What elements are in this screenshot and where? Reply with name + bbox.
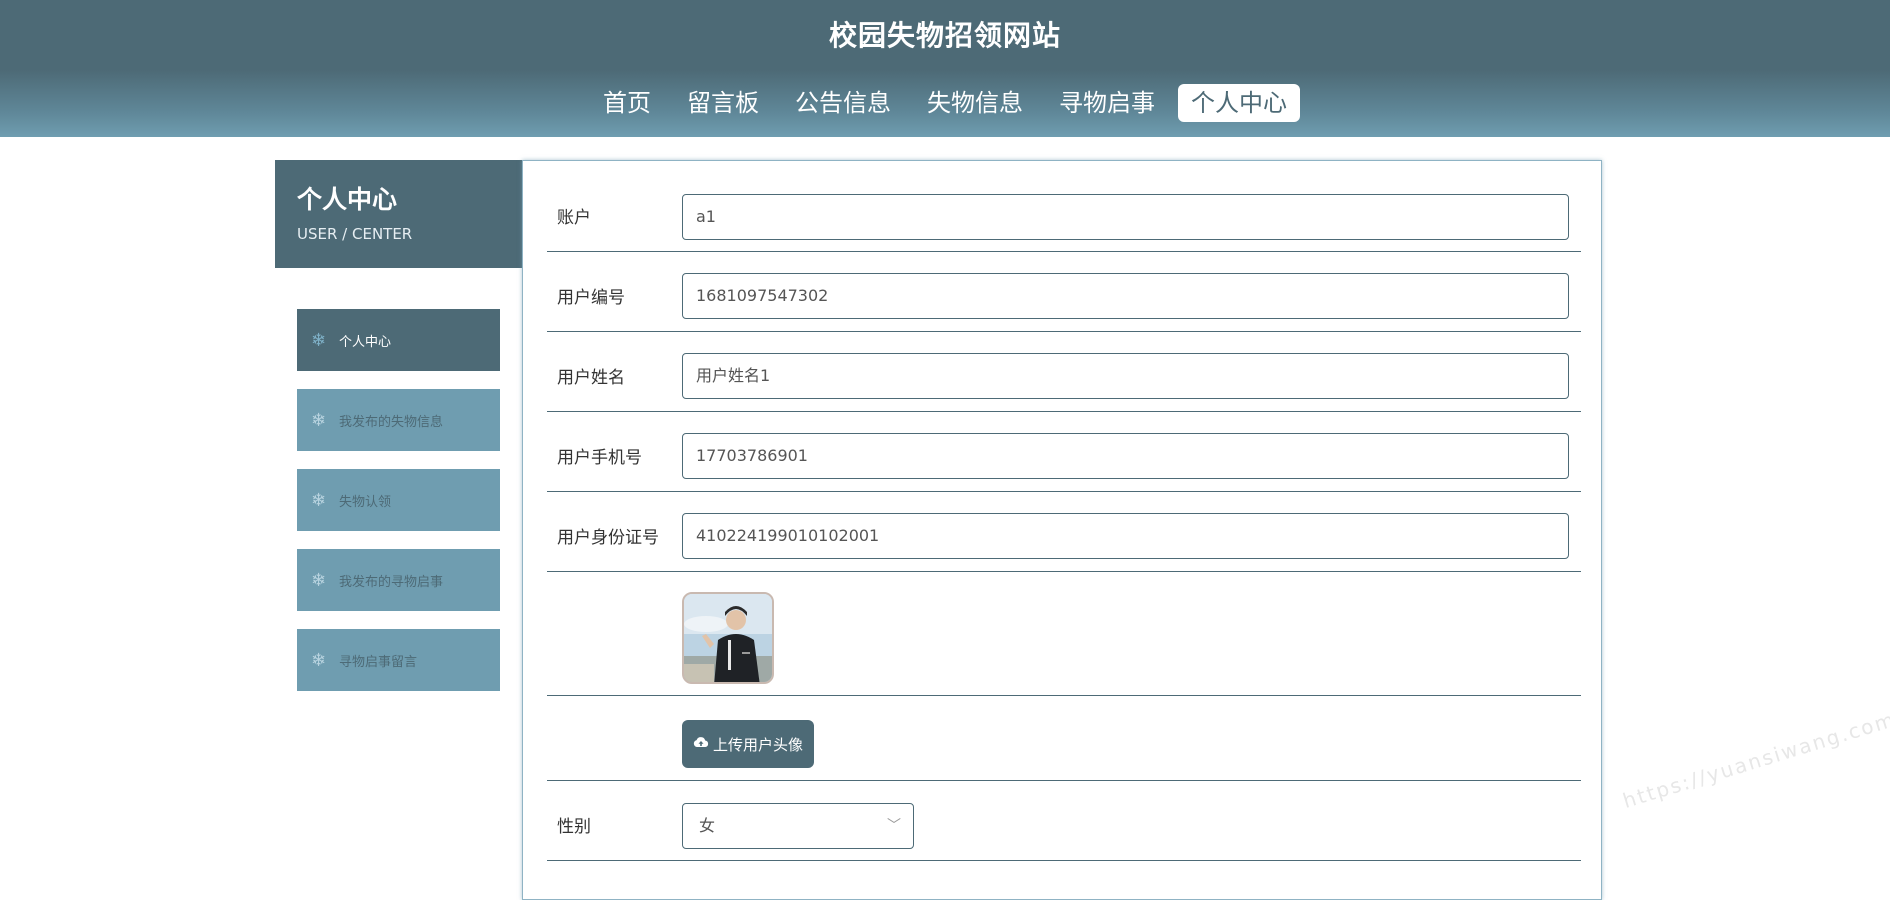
- account-label: 账户: [557, 208, 591, 228]
- user-no-label: 用户编号: [557, 288, 625, 308]
- profile-form-panel: 账户 a1 用户编号 1681097547302 用户姓名 用户姓名1 用户手机…: [522, 160, 1602, 900]
- nav-lost-items[interactable]: 失物信息: [914, 84, 1036, 122]
- user-name-label: 用户姓名: [557, 368, 625, 388]
- user-no-row: 用户编号 1681097547302: [547, 252, 1581, 332]
- id-card-label: 用户身份证号: [557, 528, 659, 548]
- nav-announcements[interactable]: 公告信息: [782, 84, 904, 122]
- chevron-down-icon: ﹀: [887, 818, 901, 834]
- user-name-field[interactable]: 用户姓名1: [682, 353, 1569, 399]
- id-card-field[interactable]: 410224199010102001: [682, 513, 1569, 559]
- cloud-upload-icon: [693, 736, 709, 752]
- sidebar-item-label: 个人中心: [339, 334, 392, 350]
- sidebar-item-user-center[interactable]: ❄ 个人中心: [297, 309, 500, 371]
- sidebar-item-my-lost-notices[interactable]: ❄ 我发布的寻物启事: [297, 549, 500, 611]
- upload-row: 上传用户头像: [547, 696, 1581, 781]
- sidebar-title: 个人中心: [297, 185, 398, 214]
- sidebar-item-label: 寻物启事留言: [339, 654, 418, 670]
- snowflake-icon: ❄: [311, 329, 327, 351]
- main-nav: 首页 留言板 公告信息 失物信息 寻物启事 个人中心: [0, 84, 1890, 122]
- site-header: 校园失物招领网站 首页 留言板 公告信息 失物信息 寻物启事 个人中心: [0, 0, 1890, 137]
- watermark: https://yuansiwang.com: [1620, 706, 1890, 813]
- account-row: 账户 a1: [547, 161, 1581, 252]
- gender-label: 性别: [557, 817, 591, 837]
- gender-select[interactable]: 女 ﹀: [682, 803, 914, 849]
- sidebar-item-claims[interactable]: ❄ 失物认领: [297, 469, 500, 531]
- nav-message-board[interactable]: 留言板: [674, 84, 772, 122]
- nav-home[interactable]: 首页: [590, 84, 664, 122]
- sidebar-item-label: 我发布的失物信息: [339, 414, 444, 430]
- sidebar-subtitle: USER / CENTER: [297, 225, 413, 243]
- user-no-field[interactable]: 1681097547302: [682, 273, 1569, 319]
- sidebar-item-label: 失物认领: [339, 494, 392, 510]
- phone-row: 用户手机号 17703786901: [547, 412, 1581, 492]
- phone-field[interactable]: 17703786901: [682, 433, 1569, 479]
- nav-lost-notices[interactable]: 寻物启事: [1046, 84, 1168, 122]
- upload-avatar-label: 上传用户头像: [712, 735, 803, 754]
- user-photo: [684, 594, 772, 682]
- gender-value: 女: [699, 816, 716, 835]
- sidebar-menu: ❄ 个人中心 ❄ 我发布的失物信息 ❄ 失物认领 ❄ 我发布的寻物启事 ❄ 寻物…: [297, 309, 500, 709]
- sidebar-item-notice-comments[interactable]: ❄ 寻物启事留言: [297, 629, 500, 691]
- upload-avatar-button[interactable]: 上传用户头像: [682, 720, 814, 768]
- id-card-row: 用户身份证号 410224199010102001: [547, 492, 1581, 572]
- user-name-row: 用户姓名 用户姓名1: [547, 332, 1581, 412]
- snowflake-icon: ❄: [311, 569, 327, 591]
- site-title: 校园失物招领网站: [828, 19, 1061, 52]
- sidebar-header: 个人中心 USER / CENTER: [275, 160, 523, 268]
- nav-user-center[interactable]: 个人中心: [1178, 84, 1300, 122]
- snowflake-icon: ❄: [311, 489, 327, 511]
- sidebar-item-my-lost-items[interactable]: ❄ 我发布的失物信息: [297, 389, 500, 451]
- snowflake-icon: ❄: [311, 409, 327, 431]
- avatar-row: [547, 572, 1581, 696]
- snowflake-icon: ❄: [311, 649, 327, 671]
- gender-row: 性别 女 ﹀: [547, 781, 1581, 861]
- phone-label: 用户手机号: [557, 448, 642, 468]
- sidebar-item-label: 我发布的寻物启事: [339, 574, 444, 590]
- user-avatar: [682, 592, 774, 684]
- account-field[interactable]: a1: [682, 194, 1569, 240]
